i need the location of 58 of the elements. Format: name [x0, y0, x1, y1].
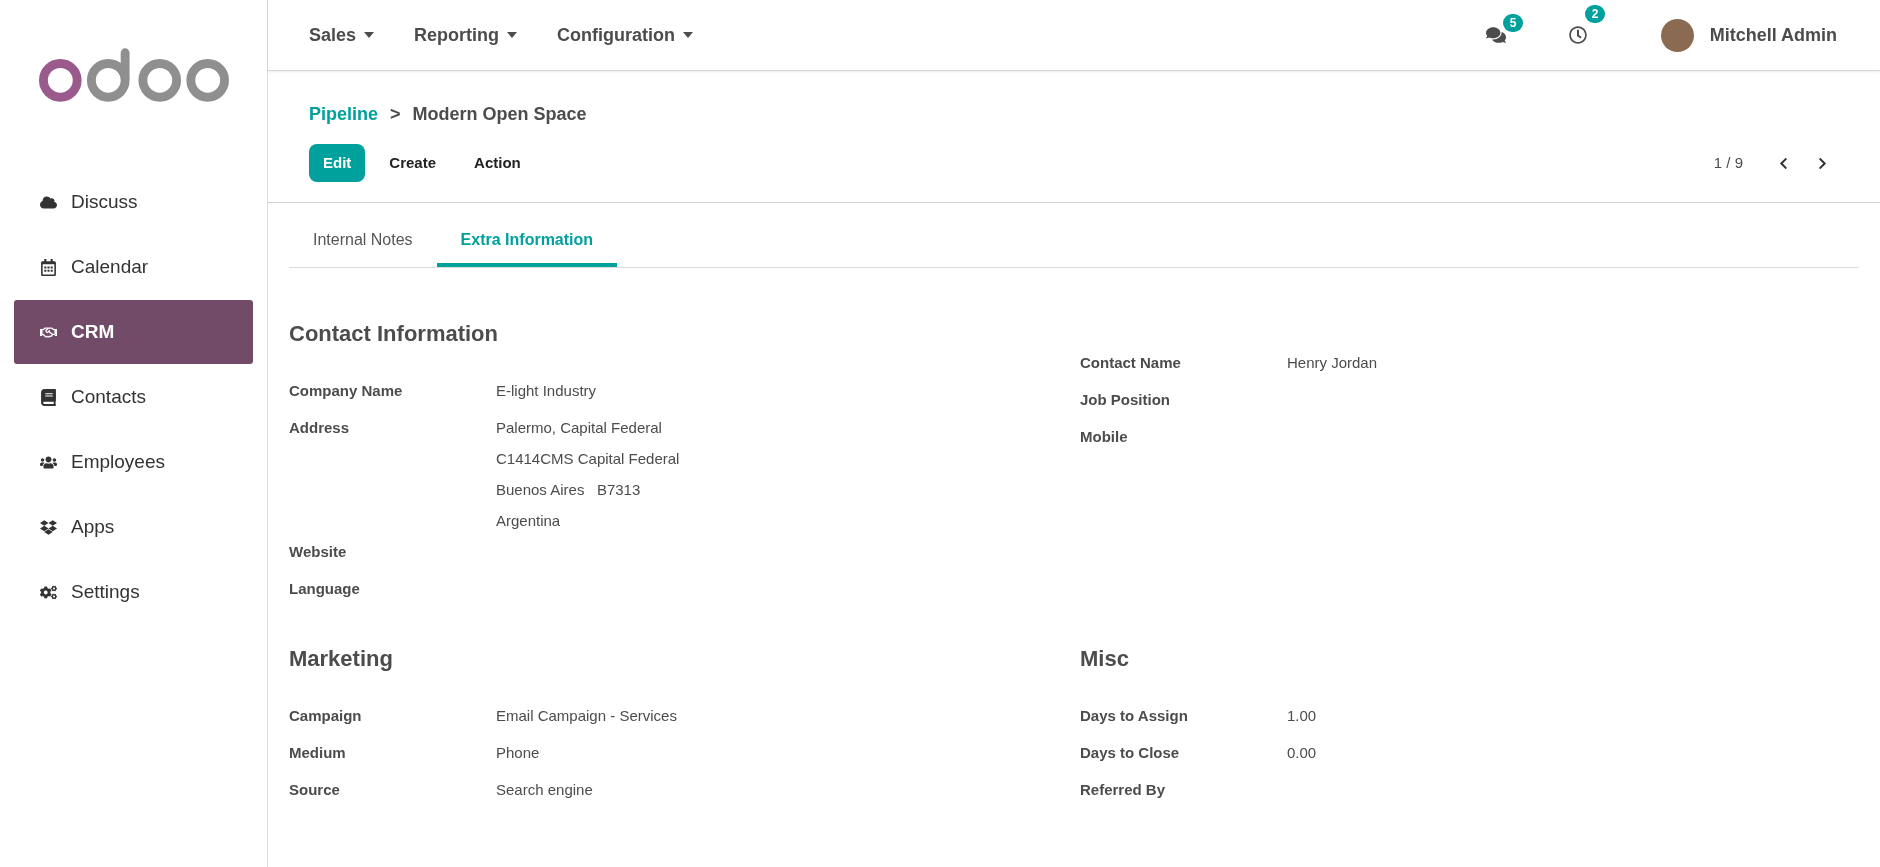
previous-icon[interactable]: [1777, 156, 1790, 170]
section-heading: Misc: [1080, 648, 1130, 670]
pager: 1 / 9: [1713, 152, 1743, 173]
field-label: Days to Close: [1080, 743, 1181, 763]
field-label: Campaign: [289, 706, 363, 726]
sidebar-item[interactable]: Settings: [14, 560, 253, 624]
notification-badge: 5: [1502, 14, 1524, 32]
user-name[interactable]: Mitchell Admin: [1709, 21, 1837, 49]
field-value: 1.00: [1287, 706, 1317, 726]
field-label: Language: [289, 579, 361, 599]
field-label: Days to Assign: [1080, 706, 1189, 726]
sidebar-item[interactable]: Employees: [14, 430, 253, 494]
field-label: Job Position: [1080, 390, 1171, 410]
sidebar-item[interactable]: Discuss: [14, 170, 253, 234]
sidebar-item[interactable]: Calendar: [14, 235, 253, 299]
field-value: E-light Industry: [496, 381, 597, 401]
field-value: Palermo, Capital Federal: [496, 418, 663, 438]
field-value: Email Campaign - Services: [496, 706, 677, 726]
field-label: Source: [289, 780, 341, 800]
clock-icon[interactable]: [1568, 26, 1587, 44]
field-value: C1414CMS Capital Federal: [496, 449, 680, 469]
menu-dropdown[interactable]: Sales: [309, 21, 375, 49]
field-label: Mobile: [1080, 427, 1129, 447]
avatar: [1660, 18, 1694, 52]
calendar-icon: [40, 258, 57, 276]
section-heading: Contact Information: [289, 323, 499, 345]
sidebar-item[interactable]: Contacts: [14, 365, 253, 429]
field-label: Contact Name: [1080, 353, 1182, 373]
field-label: Website: [289, 542, 348, 562]
breadcrumb-current: Modern Open Space: [412, 103, 587, 126]
field-label: Referred By: [1080, 780, 1167, 800]
field-value: Search engine: [496, 780, 593, 800]
menu-dropdown[interactable]: Configuration: [557, 21, 694, 49]
section-heading: Marketing: [289, 648, 394, 670]
menu-dropdown[interactable]: Reporting: [414, 21, 518, 49]
action-button[interactable]: Action: [460, 144, 535, 182]
tab[interactable]: Internal Notes: [289, 217, 437, 267]
field-label: Address: [289, 418, 351, 438]
breadcrumb-separator: >: [390, 103, 401, 126]
field-value: Argentina: [496, 511, 562, 531]
field-value: 0.00: [1287, 743, 1317, 763]
field-label: Company Name: [289, 381, 404, 401]
caret-icon: [683, 32, 694, 38]
caret-icon: [364, 32, 375, 38]
sidebar-item[interactable]: CRM: [14, 300, 253, 364]
boxes-icon: [40, 518, 57, 536]
field-value: Phone: [496, 743, 540, 763]
caret-icon: [507, 32, 518, 38]
sidebar-item[interactable]: Apps: [14, 495, 253, 559]
field-value: Henry Jordan: [1287, 353, 1378, 373]
field-value: Buenos Aires B7313: [496, 480, 642, 500]
gears-icon: [40, 583, 57, 601]
chat-icon[interactable]: [1485, 25, 1506, 45]
field-label: Medium: [289, 743, 347, 763]
notification-badge: 2: [1584, 5, 1606, 23]
book-icon: [40, 388, 57, 406]
next-icon[interactable]: [1816, 156, 1829, 170]
action-button[interactable]: Create: [375, 144, 451, 182]
